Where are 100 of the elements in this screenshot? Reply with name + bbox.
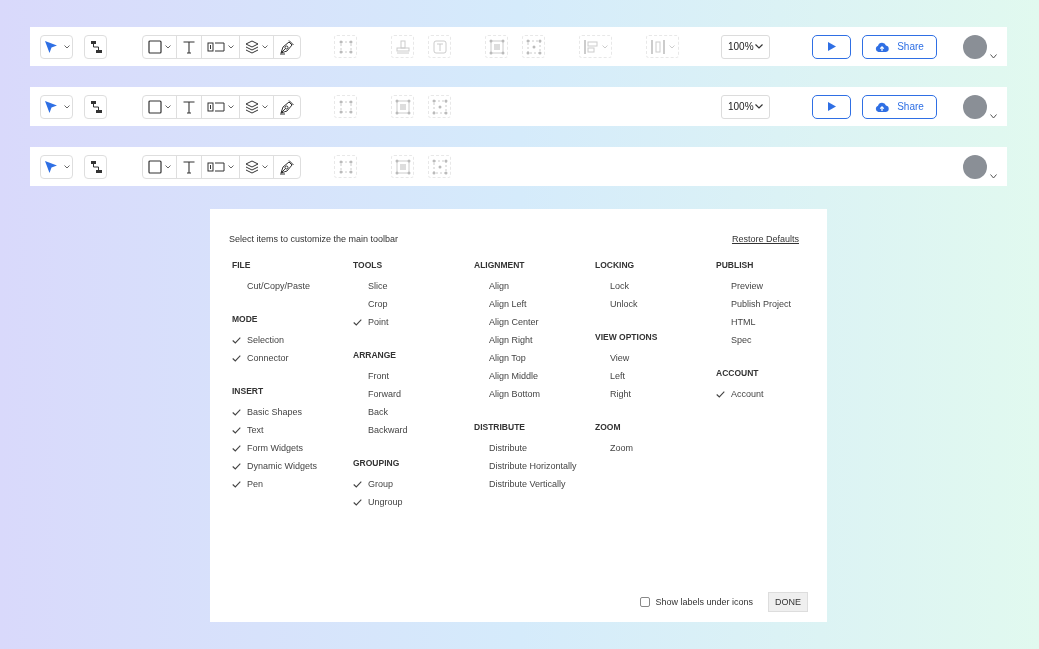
toolbar-option[interactable]: Form Widgets — [232, 439, 303, 457]
play-button[interactable] — [812, 94, 851, 119]
check-icon — [232, 336, 241, 344]
pointer-arrow-icon — [43, 99, 58, 114]
share-button[interactable]: Share — [862, 94, 937, 119]
selection-tool-button[interactable] — [40, 94, 73, 119]
square-icon — [148, 39, 162, 54]
caret-icon — [228, 44, 234, 49]
stamp-icon — [394, 38, 411, 55]
toolbar-option[interactable]: Ungroup — [353, 493, 403, 511]
check-icon — [353, 318, 362, 326]
toolbar-option[interactable]: Backward — [353, 421, 408, 439]
toolbar-option[interactable]: Align Middle — [474, 367, 539, 385]
toolbar-option[interactable]: Align Bottom — [474, 385, 541, 403]
chevron-down-icon — [755, 104, 763, 109]
check-icon — [716, 390, 725, 398]
toolbar-option[interactable]: Cut/Copy/Paste — [232, 277, 311, 295]
toolbar-option[interactable]: Spec — [716, 331, 752, 349]
check-icon — [353, 498, 362, 506]
connector-icon — [88, 159, 103, 174]
section-heading: ARRANGE — [353, 349, 396, 361]
section-heading: FILE — [232, 259, 251, 271]
zoom-dropdown[interactable]: 100% — [721, 34, 770, 59]
corner-points-icon — [337, 38, 354, 55]
layers-icon — [245, 99, 259, 114]
caret-icon — [63, 104, 70, 109]
group-icon — [394, 158, 411, 175]
toolbar-option[interactable]: Group — [353, 475, 393, 493]
section-heading: LOCKING — [595, 259, 635, 271]
toolbar-option[interactable]: Align Top — [474, 349, 526, 367]
section-heading: ZOOM — [595, 421, 621, 433]
caret-icon — [165, 44, 171, 49]
share-button[interactable]: Share — [862, 34, 937, 59]
caret-icon — [990, 53, 997, 59]
check-icon — [232, 354, 241, 362]
toolbar-option[interactable]: Pen — [232, 475, 263, 493]
check-icon — [232, 462, 241, 470]
selection-tool-button[interactable] — [40, 154, 73, 179]
check-icon — [232, 444, 241, 452]
toolbar-option[interactable]: Crop — [353, 295, 388, 313]
section-heading: ACCOUNT — [716, 367, 759, 379]
caret-icon — [165, 104, 171, 109]
toolbar-option[interactable]: Preview — [716, 277, 763, 295]
checkbox[interactable] — [640, 597, 651, 607]
toolbar-option[interactable]: Selection — [232, 331, 285, 349]
toolbar-option[interactable]: Right — [595, 385, 631, 403]
group-icon — [488, 38, 505, 55]
caret-icon — [63, 44, 70, 49]
align-left-icon — [583, 38, 599, 55]
square-icon — [148, 99, 162, 114]
toolbar-option[interactable]: Align Right — [474, 331, 533, 349]
toolbar-option[interactable]: Align Left — [474, 295, 527, 313]
check-icon — [232, 426, 241, 434]
connector-tool-button[interactable] — [84, 154, 107, 179]
toolbar-option[interactable]: Point — [353, 313, 389, 331]
check-icon — [232, 480, 241, 488]
toolbar-option[interactable]: Zoom — [595, 439, 633, 457]
toolbar-option[interactable]: Front — [353, 367, 389, 385]
toolbar-option[interactable]: HTML — [716, 313, 756, 331]
toolbar-option[interactable]: Left — [595, 367, 625, 385]
toolbar-option[interactable]: Publish Project — [716, 295, 792, 313]
connector-tool-button[interactable] — [84, 34, 107, 59]
caret-icon — [990, 173, 997, 179]
toolbar-option[interactable]: Connector — [232, 349, 289, 367]
corner-points-icon — [337, 158, 354, 175]
done-button[interactable]: DONE — [768, 592, 808, 612]
pen-nib-icon — [279, 38, 295, 55]
toolbar-option[interactable]: Account — [716, 385, 764, 403]
connector-icon — [88, 39, 103, 54]
toolbar-option[interactable]: Distribute — [474, 439, 527, 457]
corner-points-icon — [337, 98, 354, 115]
toolbar-option[interactable]: Lock — [595, 277, 629, 295]
caret-icon — [602, 44, 608, 49]
toolbar-option[interactable]: Text — [232, 421, 264, 439]
toolbar-option[interactable]: View — [595, 349, 630, 367]
toolbar-option[interactable]: Align — [474, 277, 509, 295]
section-heading: MODE — [232, 313, 258, 325]
toolbar-option[interactable]: Dynamic Widgets — [232, 457, 318, 475]
ungroup-icon — [431, 158, 448, 175]
section-heading: TOOLS — [353, 259, 383, 271]
ungroup-icon — [525, 38, 542, 55]
toolbar-option[interactable]: Unlock — [595, 295, 638, 313]
connector-tool-button[interactable] — [84, 94, 107, 119]
avatar — [963, 94, 987, 119]
play-button[interactable] — [812, 34, 851, 59]
toolbar-option[interactable]: Forward — [353, 385, 401, 403]
avatar — [963, 154, 987, 179]
toolbar-option[interactable]: Distribute Vertically — [474, 475, 566, 493]
restore-defaults-link[interactable]: Restore Defaults — [731, 234, 799, 244]
section-heading: INSERT — [232, 385, 264, 397]
toolbar-option[interactable]: Align Center — [474, 313, 539, 331]
toolbar-option[interactable]: Slice — [353, 277, 388, 295]
zoom-dropdown[interactable]: 100% — [721, 94, 770, 119]
form-field-icon — [207, 100, 225, 113]
selection-tool-button[interactable] — [40, 34, 73, 59]
caret-icon — [262, 104, 268, 109]
toolbar-option[interactable]: Distribute Horizontally — [474, 457, 577, 475]
caret-icon — [262, 44, 268, 49]
toolbar-option[interactable]: Back — [353, 403, 388, 421]
toolbar-option[interactable]: Basic Shapes — [232, 403, 303, 421]
